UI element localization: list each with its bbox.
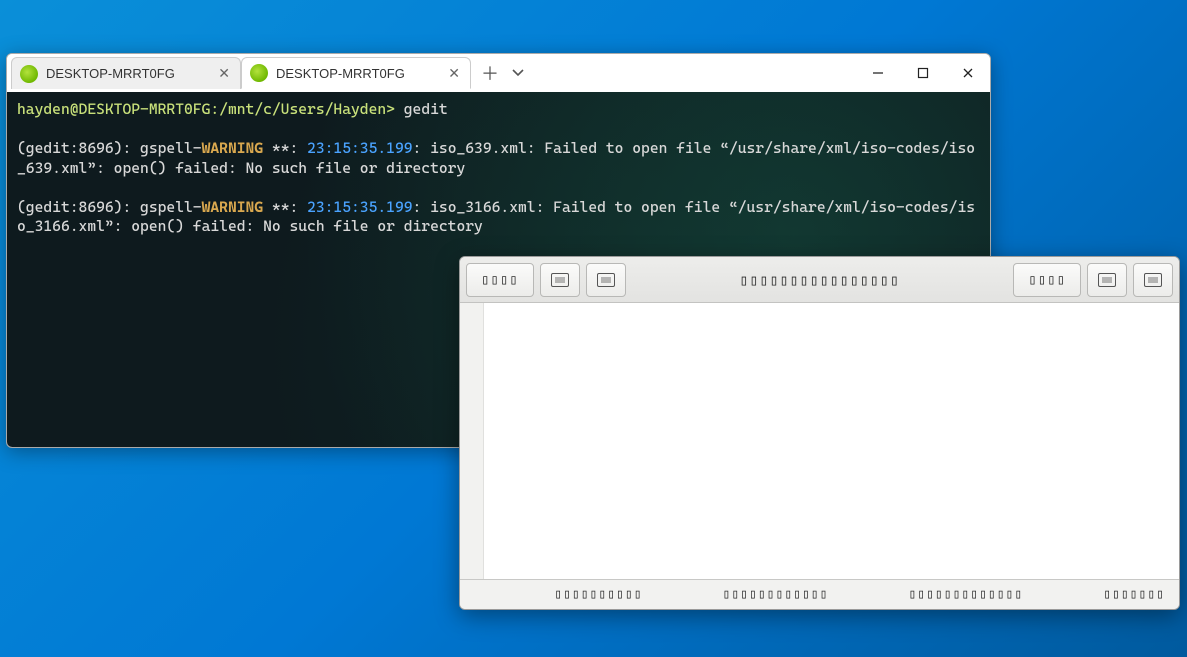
- status-item-2[interactable]: ▯▯▯▯▯▯▯▯▯▯▯▯: [723, 587, 829, 602]
- hamburger-menu-button[interactable]: [1087, 263, 1127, 297]
- status-item-1[interactable]: ▯▯▯▯▯▯▯▯▯▯: [554, 587, 642, 602]
- timestamp: 23:15:35.199: [307, 139, 412, 157]
- tab-label: DESKTOP-MRRT0FG: [276, 66, 440, 81]
- opensuse-icon: [20, 65, 38, 83]
- close-tab-icon[interactable]: ✕: [448, 65, 460, 82]
- menu-icon: [1098, 273, 1116, 287]
- terminal-tab-2[interactable]: DESKTOP-MRRT0FG ✕: [241, 57, 471, 89]
- gedit-statusbar: ▯▯▯▯▯▯▯▯▯▯ ▯▯▯▯▯▯▯▯▯▯▯▯ ▯▯▯▯▯▯▯▯▯▯▯▯▯ ▯▯…: [460, 579, 1179, 609]
- text-editor-area[interactable]: [484, 303, 1179, 579]
- log-line: (gedit:8696): gspell-: [17, 139, 202, 157]
- tab-menu-chevron-icon[interactable]: [511, 66, 525, 80]
- tab-label: DESKTOP-MRRT0FG: [46, 66, 210, 81]
- tab-actions: ＋: [481, 60, 525, 86]
- close-window-button[interactable]: [945, 54, 990, 92]
- status-item-4[interactable]: ▯▯▯▯▯▯▯: [1103, 587, 1165, 602]
- maximize-button[interactable]: [900, 54, 945, 92]
- document-icon: [551, 273, 569, 287]
- new-tab-button[interactable]: ＋: [481, 60, 499, 86]
- options-icon: [1144, 273, 1162, 287]
- open-button[interactable]: ▯▯▯▯: [466, 263, 534, 297]
- line-number-gutter: [460, 303, 484, 579]
- prompt-text: hayden@DESKTOP-MRRT0FG:/mnt/c/Users/Hayd…: [17, 100, 395, 118]
- new-tab-button[interactable]: [540, 263, 580, 297]
- new-document-button[interactable]: [586, 263, 626, 297]
- log-line: (gedit:8696): gspell-: [17, 198, 202, 216]
- gedit-window: ▯▯▯▯ ▯▯▯▯▯▯▯▯▯▯▯▯▯▯▯▯ ▯▯▯▯ ▯▯▯▯▯▯▯▯▯▯ ▯▯…: [459, 256, 1180, 610]
- document-icon: [597, 273, 615, 287]
- timestamp: 23:15:35.199: [307, 198, 412, 216]
- command-text: gedit: [404, 100, 448, 118]
- minimize-button[interactable]: [855, 54, 900, 92]
- gedit-title: ▯▯▯▯▯▯▯▯▯▯▯▯▯▯▯▯: [632, 271, 1008, 289]
- terminal-tab-1[interactable]: DESKTOP-MRRT0FG ✕: [11, 57, 241, 89]
- warning-label: WARNING: [202, 198, 264, 216]
- save-button[interactable]: ▯▯▯▯: [1013, 263, 1081, 297]
- extra-button[interactable]: [1133, 263, 1173, 297]
- status-item-3[interactable]: ▯▯▯▯▯▯▯▯▯▯▯▯▯: [908, 587, 1023, 602]
- opensuse-icon: [250, 64, 268, 82]
- warning-label: WARNING: [202, 139, 264, 157]
- close-tab-icon[interactable]: ✕: [218, 65, 230, 82]
- terminal-titlebar: DESKTOP-MRRT0FG ✕ DESKTOP-MRRT0FG ✕ ＋: [7, 54, 990, 92]
- gedit-body: [460, 303, 1179, 579]
- gedit-headerbar: ▯▯▯▯ ▯▯▯▯▯▯▯▯▯▯▯▯▯▯▯▯ ▯▯▯▯: [460, 257, 1179, 303]
